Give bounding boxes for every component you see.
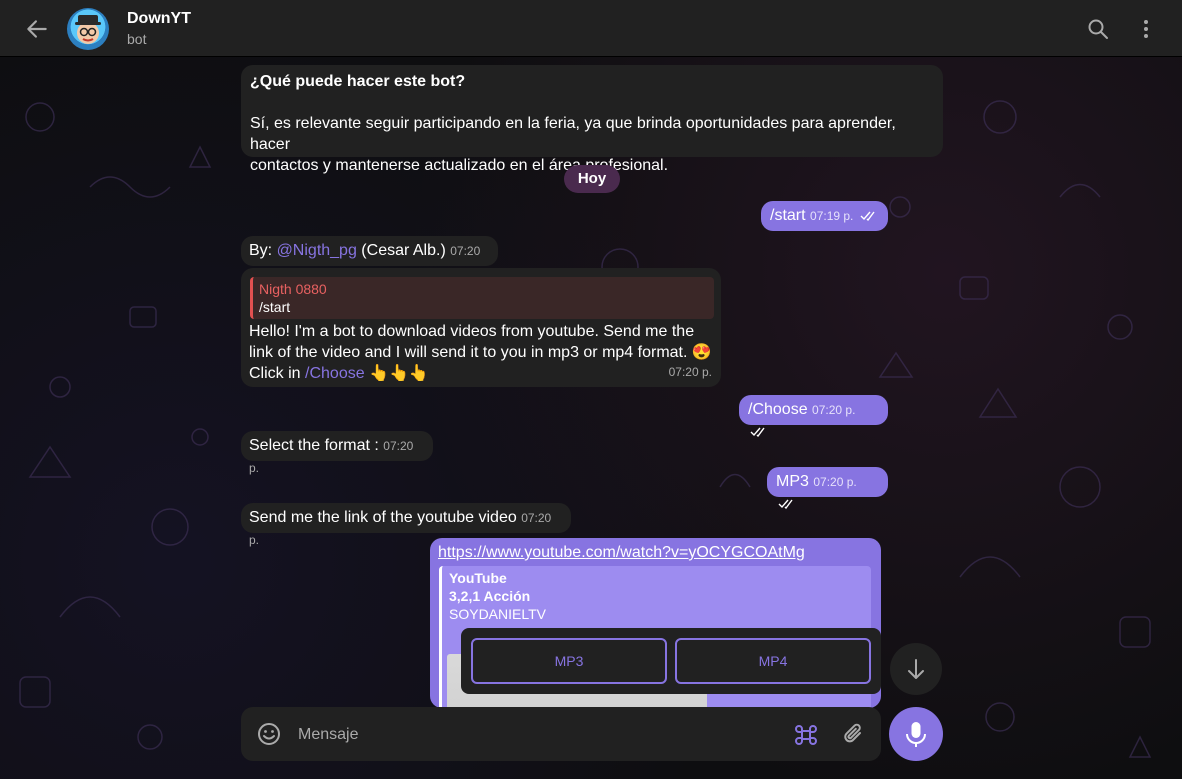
message-text: Send me the link of the youtube video (249, 509, 522, 526)
chat-header: DownYT bot (0, 0, 1182, 57)
message-text: MP3 (776, 473, 809, 490)
message-text: /start (770, 207, 806, 224)
message-time: 07:20 p. (668, 365, 712, 379)
message-text: Click in (249, 365, 306, 382)
preview-description: SOYDANIELTV (449, 606, 546, 622)
mp3-button[interactable]: MP3 (471, 638, 667, 684)
message-incoming[interactable]: Select the format : 07:20 p. (241, 431, 433, 475)
reply-quote[interactable]: Nigth 0880 /start (250, 277, 714, 319)
bot-description: ¿Qué puede hacer este bot? Sí, es releva… (241, 65, 943, 174)
message-time: 07:20 p. (812, 403, 856, 417)
message-text: By: (249, 242, 277, 259)
message-text: /Choose (748, 401, 808, 418)
message-text: 👆👆👆 (364, 365, 429, 382)
arrow-left-icon[interactable] (24, 16, 50, 42)
chat-area[interactable]: ¿Qué puede hacer este bot? Sí, es releva… (0, 57, 1182, 779)
double-check-icon (860, 211, 875, 221)
scroll-down-button[interactable] (890, 643, 942, 695)
url-link[interactable]: https://www.youtube.com/watch?v=yOCYGCOA… (438, 542, 805, 563)
mention-link[interactable]: @Nigth_pg (277, 242, 357, 259)
bot-description-title: ¿Qué puede hacer este bot? (250, 73, 466, 90)
microphone-icon (906, 722, 926, 747)
message-outgoing[interactable]: /start 07:19 p. (761, 201, 888, 231)
preview-site: YouTube (449, 570, 507, 586)
message-outgoing[interactable]: /Choose 07:20 p. (739, 395, 888, 437)
double-check-icon (778, 499, 793, 509)
reply-author: Nigth 0880 (259, 281, 327, 297)
message-time: 07:20 p. (813, 475, 857, 489)
mp4-button[interactable]: MP4 (675, 638, 871, 684)
command-link[interactable]: /Choose (305, 365, 365, 382)
microphone-button[interactable] (889, 707, 943, 761)
bot-description-line: Sí, es relevante seguir participando en … (250, 115, 896, 153)
message-time: 07:19 p. (810, 209, 854, 223)
message-text: Hello! I'm a bot to download videos from… (249, 323, 695, 340)
reply-text: /start (259, 299, 291, 315)
message-incoming[interactable]: By: @Nigth_pg (Cesar Alb.) 07:20 p. (241, 236, 498, 280)
message-composer (241, 707, 881, 761)
more-vertical-icon[interactable] (1134, 17, 1158, 41)
message-incoming[interactable]: Nigth 0880 /start Hello! I'm a bot to do… (241, 268, 721, 387)
chat-status: bot (127, 31, 147, 47)
inline-keyboard: MP3 MP4 (461, 628, 881, 694)
command-icon[interactable] (792, 721, 820, 749)
chat-title[interactable]: DownYT (127, 10, 191, 28)
emoji-icon[interactable] (256, 721, 282, 747)
arrow-down-icon (908, 659, 924, 679)
message-text: Select the format : (249, 437, 384, 454)
search-icon[interactable] (1086, 17, 1110, 41)
paperclip-icon[interactable] (841, 721, 867, 747)
message-incoming[interactable]: Send me the link of the youtube video 07… (241, 503, 571, 547)
date-chip: Hoy (564, 165, 620, 193)
double-check-icon (750, 427, 765, 437)
message-text: (Cesar Alb.) (356, 242, 446, 259)
message-text: link of the video and I will send it to … (249, 344, 712, 361)
avatar[interactable] (67, 8, 109, 50)
preview-title: 3,2,1 Acción (449, 588, 531, 604)
message-input[interactable] (296, 721, 730, 749)
message-outgoing[interactable]: MP3 07:20 p. (767, 467, 888, 509)
